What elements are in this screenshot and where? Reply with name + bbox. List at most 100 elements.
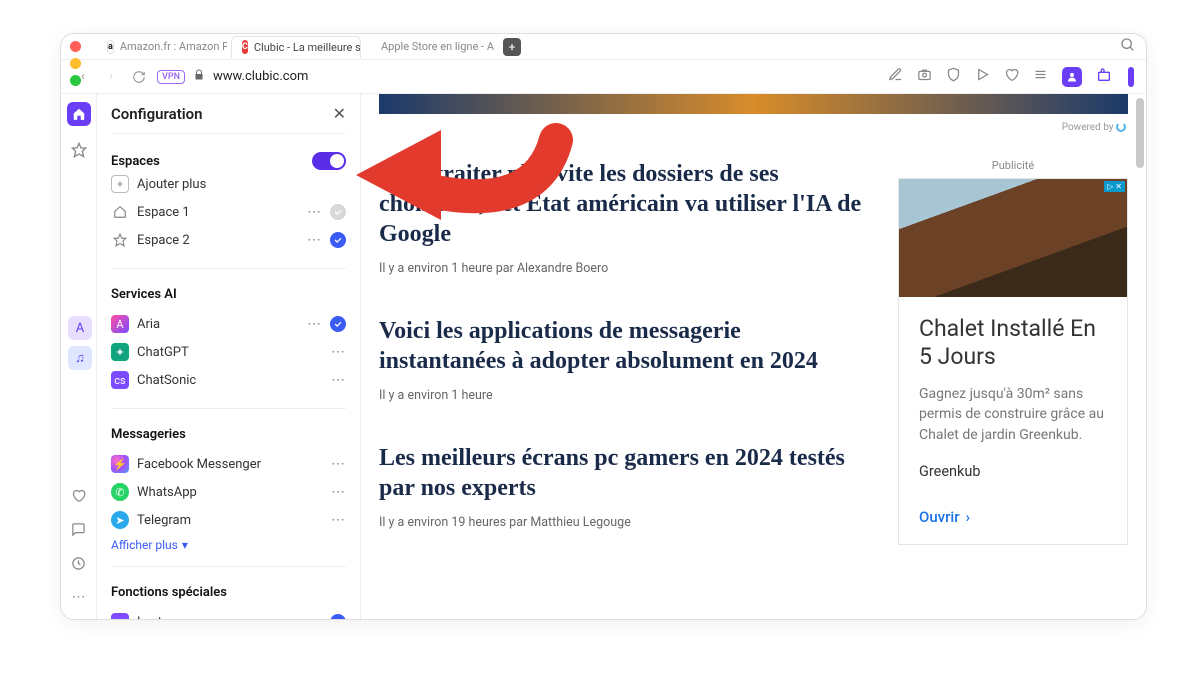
ad-brand: Greenkub bbox=[919, 463, 1107, 480]
heart-rail-icon[interactable] bbox=[67, 483, 91, 507]
heart-icon[interactable] bbox=[1004, 67, 1019, 86]
service-chatsonic[interactable]: cs ChatSonic ⋯ bbox=[111, 366, 346, 394]
url-text[interactable]: www.clubic.com bbox=[213, 69, 880, 84]
add-espace-button[interactable]: + Ajouter plus bbox=[111, 170, 346, 198]
check-icon[interactable] bbox=[330, 614, 346, 619]
menu-icon[interactable] bbox=[1033, 67, 1048, 86]
shield-icon[interactable] bbox=[946, 67, 961, 86]
messenger-icon: ⚡ bbox=[111, 455, 129, 473]
messageries-heading: Messageries bbox=[111, 427, 346, 442]
close-window[interactable] bbox=[70, 41, 81, 52]
lecteur-item[interactable]: ⊕ Lecteur ⋯ bbox=[111, 608, 346, 619]
reload-button[interactable] bbox=[129, 67, 149, 87]
article-title: Les meilleurs écrans pc gamers en 2024 t… bbox=[379, 443, 868, 503]
close-panel-button[interactable]: ✕ bbox=[333, 104, 346, 123]
tab-amazon[interactable]: a Amazon.fr : Amazon Prim bbox=[97, 36, 227, 58]
service-chatgpt[interactable]: ✦ ChatGPT ⋯ bbox=[111, 338, 346, 366]
tab-apple[interactable]: Apple Store en ligne - A bbox=[365, 36, 495, 58]
tab-label: Apple Store en ligne - A bbox=[381, 40, 494, 53]
tab-label: Clubic - La meilleure so bbox=[254, 41, 361, 54]
article-meta: Il y a environ 19 heures par Matthieu Le… bbox=[379, 515, 868, 530]
msg-label: Telegram bbox=[137, 513, 191, 528]
more-icon[interactable]: ⋯ bbox=[331, 344, 346, 360]
config-panel: Configuration ✕ Espaces + Ajouter plus E… bbox=[97, 94, 361, 619]
search-tabs-icon[interactable] bbox=[1120, 37, 1136, 57]
aria-icon: A bbox=[111, 315, 129, 333]
more-icon[interactable]: ⋯ bbox=[307, 614, 322, 619]
service-aria[interactable]: A Aria ⋯ bbox=[111, 310, 346, 338]
sidebar-toggle[interactable] bbox=[1128, 67, 1134, 87]
profile-button[interactable] bbox=[1062, 67, 1082, 87]
espace-2[interactable]: Espace 2 ⋯ bbox=[111, 226, 346, 254]
telegram-item[interactable]: ➤ Telegram ⋯ bbox=[111, 506, 346, 534]
more-rail-icon[interactable]: ⋯ bbox=[67, 585, 91, 609]
tab-strip: a Amazon.fr : Amazon Prim C Clubic - La … bbox=[61, 34, 1146, 60]
service-label: Aria bbox=[137, 317, 160, 332]
whatsapp-item[interactable]: ✆ WhatsApp ⋯ bbox=[111, 478, 346, 506]
chatsonic-icon: cs bbox=[111, 371, 129, 389]
messenger-item[interactable]: ⚡ Facebook Messenger ⋯ bbox=[111, 450, 346, 478]
msg-label: Facebook Messenger bbox=[137, 457, 261, 472]
compose-icon[interactable] bbox=[888, 67, 903, 86]
star-icon[interactable] bbox=[67, 138, 91, 162]
article-title: Pour traiter plus vite les dossiers de s… bbox=[379, 159, 868, 249]
more-icon[interactable]: ⋯ bbox=[307, 204, 322, 220]
home-icon[interactable] bbox=[67, 102, 91, 126]
forward-button[interactable]: › bbox=[101, 67, 121, 87]
page-main: Powered by Pour traiter plus vite les do… bbox=[361, 94, 1146, 619]
ad-card[interactable]: ▷✕ Chalet Installé En 5 Jours Gagnez jus… bbox=[898, 178, 1128, 545]
space-icon bbox=[111, 203, 129, 221]
favicon-clubic: C bbox=[242, 40, 248, 54]
more-icon[interactable]: ⋯ bbox=[331, 372, 346, 388]
browser-window: a Amazon.fr : Amazon Prim C Clubic - La … bbox=[60, 33, 1147, 620]
article-3[interactable]: Les meilleurs écrans pc gamers en 2024 t… bbox=[379, 443, 868, 530]
chatgpt-icon: ✦ bbox=[111, 343, 129, 361]
powered-by: Powered by bbox=[379, 118, 1128, 137]
article-2[interactable]: Voici les applications de messagerie ins… bbox=[379, 316, 868, 403]
more-icon[interactable]: ⋯ bbox=[331, 512, 346, 528]
more-icon[interactable]: ⋯ bbox=[307, 232, 322, 248]
telegram-icon: ➤ bbox=[111, 511, 129, 529]
article-meta: Il y a environ 1 heure par Alexandre Boe… bbox=[379, 261, 868, 276]
espaces-heading: Espaces bbox=[111, 154, 160, 169]
check-icon[interactable] bbox=[330, 316, 346, 332]
ad-label: Publicité bbox=[898, 159, 1128, 172]
more-icon[interactable]: ⋯ bbox=[307, 316, 322, 332]
hero-image bbox=[379, 94, 1128, 114]
vpn-badge[interactable]: VPN bbox=[157, 70, 185, 84]
espace-label: Espace 1 bbox=[137, 205, 190, 220]
check-icon[interactable] bbox=[330, 232, 346, 248]
ai-sidebar-icon[interactable]: A bbox=[68, 316, 92, 340]
play-icon[interactable] bbox=[975, 67, 990, 86]
window-traffic-lights bbox=[70, 41, 81, 86]
camera-icon[interactable] bbox=[917, 67, 932, 86]
favicon-amazon: a bbox=[107, 40, 114, 54]
reader-icon: ⊕ bbox=[111, 613, 129, 619]
espace-1[interactable]: Espace 1 ⋯ bbox=[111, 198, 346, 226]
service-label: ChatGPT bbox=[137, 345, 189, 360]
new-tab-button[interactable]: + bbox=[503, 38, 521, 56]
history-rail-icon[interactable] bbox=[67, 551, 91, 575]
ad-close-icon[interactable]: ▷✕ bbox=[1104, 181, 1125, 192]
plus-icon: + bbox=[111, 175, 129, 193]
lock-icon bbox=[193, 69, 205, 84]
minimize-window[interactable] bbox=[70, 58, 81, 69]
fonctions-heading: Fonctions spéciales bbox=[111, 585, 346, 600]
panel-title: Configuration bbox=[111, 105, 203, 123]
show-more-button[interactable]: Afficher plus ▾ bbox=[111, 538, 346, 552]
tab-clubic[interactable]: C Clubic - La meilleure so bbox=[231, 36, 361, 58]
address-bar: ‹ › VPN www.clubic.com bbox=[61, 60, 1146, 94]
more-icon[interactable]: ⋯ bbox=[331, 484, 346, 500]
ad-cta[interactable]: Ouvrir › bbox=[919, 508, 1107, 526]
maximize-window[interactable] bbox=[70, 75, 81, 86]
show-more-label: Afficher plus bbox=[111, 538, 178, 552]
espace-label: Espace 2 bbox=[137, 233, 190, 248]
check-icon[interactable] bbox=[330, 204, 346, 220]
scrollbar[interactable] bbox=[1136, 98, 1144, 168]
article-1[interactable]: Pour traiter plus vite les dossiers de s… bbox=[379, 159, 868, 276]
espaces-toggle[interactable] bbox=[312, 152, 346, 170]
chat-rail-icon[interactable] bbox=[67, 517, 91, 541]
music-sidebar-icon[interactable]: ♫ bbox=[68, 346, 92, 370]
more-icon[interactable]: ⋯ bbox=[331, 456, 346, 472]
extensions-icon[interactable] bbox=[1096, 67, 1112, 87]
